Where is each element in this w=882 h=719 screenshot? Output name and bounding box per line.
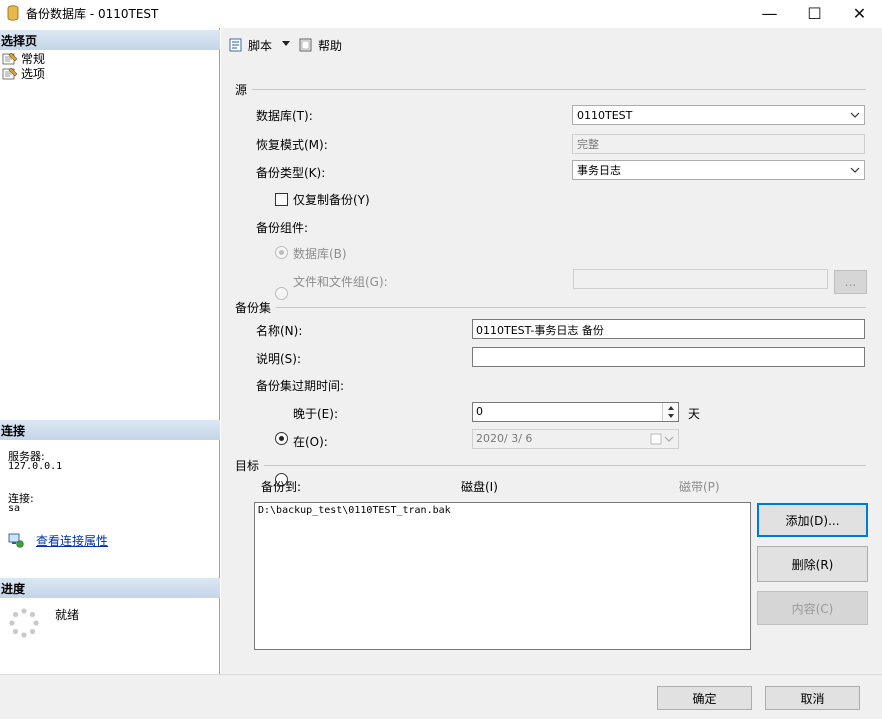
destination-divider xyxy=(264,465,866,466)
stepper-buttons[interactable] xyxy=(662,403,678,421)
select-page-header: 选择页 xyxy=(0,30,220,50)
connection-header: 连接 xyxy=(0,420,220,440)
list-item[interactable]: D:\backup_test\0110TEST_tran.bak xyxy=(258,505,451,516)
server-value: 127.0.0.1 xyxy=(8,461,63,472)
cancel-button[interactable]: 取消 xyxy=(765,686,860,710)
description-input[interactable] xyxy=(472,347,865,367)
script-label: 脚本 xyxy=(248,38,273,53)
component-database-radio[interactable] xyxy=(275,246,288,259)
recovery-model-field: 完整 xyxy=(572,134,865,154)
tape-label: 磁带(P) xyxy=(679,480,720,494)
copy-only-label: 仅复制备份(Y) xyxy=(293,193,370,207)
stepper-arrows-icon xyxy=(668,406,674,418)
connection-value: sa xyxy=(8,503,21,514)
database-icon xyxy=(7,5,19,21)
expire-after-radio[interactable] xyxy=(275,432,288,445)
script-button[interactable]: 脚本 xyxy=(228,36,272,54)
backup-set-divider xyxy=(276,307,866,308)
backup-type-label: 备份类型(K): xyxy=(256,166,326,180)
expire-days-stepper[interactable]: 0 xyxy=(472,402,679,422)
script-dropdown-icon[interactable] xyxy=(282,41,290,47)
title-bar: 备份数据库 - 0110TEST — ☐ ✕ xyxy=(0,0,882,26)
destination-section-label: 目标 xyxy=(235,459,260,473)
days-unit-label: 天 xyxy=(688,407,701,421)
expire-date-value: 2020/ 3/ 6 xyxy=(476,432,533,445)
page-icon xyxy=(2,52,18,64)
contents-button[interactable]: 内容(C) xyxy=(757,591,868,625)
progress-header: 进度 xyxy=(0,578,220,598)
component-database-label: 数据库(B) xyxy=(293,247,347,261)
chevron-down-icon xyxy=(850,167,860,173)
page-icon xyxy=(2,67,18,79)
description-label: 说明(S): xyxy=(256,352,302,366)
progress-spinner-icon xyxy=(9,608,39,638)
source-divider xyxy=(252,89,866,90)
component-files-label: 文件和文件组(G): xyxy=(293,275,388,289)
recovery-model-label: 恢复模式(M): xyxy=(256,138,328,152)
expire-date-picker[interactable]: 2020/ 3/ 6 xyxy=(472,429,679,449)
ok-button[interactable]: 确定 xyxy=(657,686,752,710)
window-title: 备份数据库 - 0110TEST xyxy=(26,7,159,21)
progress-status: 就绪 xyxy=(55,608,80,622)
destination-list[interactable]: D:\backup_test\0110TEST_tran.bak xyxy=(254,502,751,650)
source-section-label: 源 xyxy=(235,83,248,97)
disk-label: 磁盘(I) xyxy=(461,480,498,494)
expire-after-label: 晚于(E): xyxy=(293,407,338,421)
page-options-label: 选项 xyxy=(21,67,46,81)
help-icon xyxy=(299,38,312,52)
recovery-model-value: 完整 xyxy=(577,138,599,151)
expire-on-label: 在(O): xyxy=(293,435,328,449)
database-value: 0110TEST xyxy=(577,108,633,122)
maximize-button[interactable]: ☐ xyxy=(792,0,837,26)
database-label: 数据库(T): xyxy=(256,109,313,123)
backup-type-value: 事务日志 xyxy=(577,164,621,177)
name-input[interactable]: 0110TEST-事务日志 备份 xyxy=(472,319,865,339)
view-connection-properties-link[interactable]: 查看连接属性 xyxy=(36,532,108,549)
add-button[interactable]: 添加(D)... xyxy=(757,503,868,537)
expire-days-value: 0 xyxy=(476,405,483,418)
backup-set-section-label: 备份集 xyxy=(235,301,272,315)
page-general[interactable]: 常规 xyxy=(2,51,45,66)
database-combo[interactable]: 0110TEST xyxy=(572,105,865,125)
help-label: 帮助 xyxy=(318,38,343,53)
backup-to-label: 备份到: xyxy=(261,480,302,494)
page-options[interactable]: 选项 xyxy=(2,66,45,81)
connection-properties-icon xyxy=(8,533,24,548)
name-label: 名称(N): xyxy=(256,324,303,338)
calendar-dropdown-icon xyxy=(650,433,674,445)
script-icon xyxy=(229,38,242,52)
remove-button[interactable]: 删除(R) xyxy=(757,546,868,582)
backup-type-combo[interactable]: 事务日志 xyxy=(572,160,865,180)
expiration-label: 备份集过期时间: xyxy=(256,379,345,393)
files-browse-button[interactable]: ... xyxy=(834,270,867,294)
component-files-radio[interactable] xyxy=(275,287,288,300)
backup-component-label: 备份组件: xyxy=(256,221,309,235)
copy-only-checkbox[interactable] xyxy=(275,193,288,206)
minimize-button[interactable]: — xyxy=(747,0,792,26)
files-field xyxy=(573,269,828,289)
close-button[interactable]: ✕ xyxy=(837,0,882,26)
help-button[interactable]: 帮助 xyxy=(298,36,342,54)
chevron-down-icon xyxy=(850,112,860,118)
